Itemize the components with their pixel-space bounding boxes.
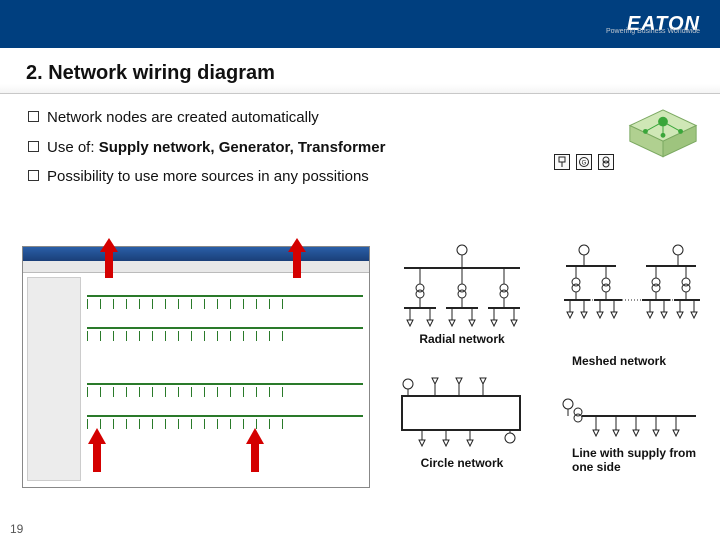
circle-network-diagram bbox=[392, 374, 532, 452]
title-bar: 2. Network wiring diagram bbox=[0, 48, 720, 94]
bullet-square-icon bbox=[28, 170, 39, 181]
network-node-3d-graphic bbox=[624, 108, 702, 168]
circle-label: Circle network bbox=[392, 456, 532, 470]
line-supply-diagram bbox=[556, 396, 706, 446]
radial-network-diagram bbox=[392, 242, 532, 328]
meshed-label: Meshed network bbox=[572, 354, 702, 368]
bullet-list: Network nodes are created automatically … bbox=[28, 108, 508, 187]
bullet-item: Network nodes are created automatically bbox=[28, 108, 508, 128]
radial-label: Radial network bbox=[392, 332, 532, 346]
transformer-icon bbox=[598, 154, 614, 170]
app-toolbar bbox=[23, 261, 369, 273]
app-titlebar bbox=[23, 247, 369, 261]
bullet-text: Use of: Supply network, Generator, Trans… bbox=[47, 138, 385, 158]
generator-icon: G bbox=[576, 154, 592, 170]
supply-network-icon bbox=[554, 154, 570, 170]
slide-topbar: EATON bbox=[0, 0, 720, 48]
bullet-item: Possibility to use more sources in any p… bbox=[28, 167, 508, 187]
bullet-text: Possibility to use more sources in any p… bbox=[47, 167, 369, 187]
bullet-square-icon bbox=[28, 111, 39, 122]
lower-section: Radial network bbox=[0, 246, 720, 506]
red-arrow-up-icon bbox=[246, 428, 264, 472]
red-arrow-up-icon bbox=[88, 428, 106, 472]
bullet-text: Network nodes are created automatically bbox=[47, 108, 319, 128]
app-side-panel bbox=[27, 277, 81, 481]
bullet-item: Use of: Supply network, Generator, Trans… bbox=[28, 138, 508, 158]
brand-tagline: Powering Business Worldwide bbox=[606, 28, 700, 35]
slide-title: 2. Network wiring diagram bbox=[26, 62, 694, 85]
red-arrow-down-icon bbox=[288, 238, 306, 278]
content-area: Network nodes are created automatically … bbox=[0, 94, 720, 187]
app-canvas bbox=[23, 273, 369, 487]
red-arrow-down-icon bbox=[100, 238, 118, 278]
line-supply-label: Line with supply from one side bbox=[572, 446, 702, 475]
source-icon-strip: G bbox=[554, 154, 614, 170]
page-number: 19 bbox=[10, 522, 23, 536]
meshed-network-diagram bbox=[556, 242, 706, 328]
svg-text:G: G bbox=[582, 161, 587, 167]
bullet-square-icon bbox=[28, 141, 39, 152]
app-screenshot bbox=[22, 246, 370, 488]
